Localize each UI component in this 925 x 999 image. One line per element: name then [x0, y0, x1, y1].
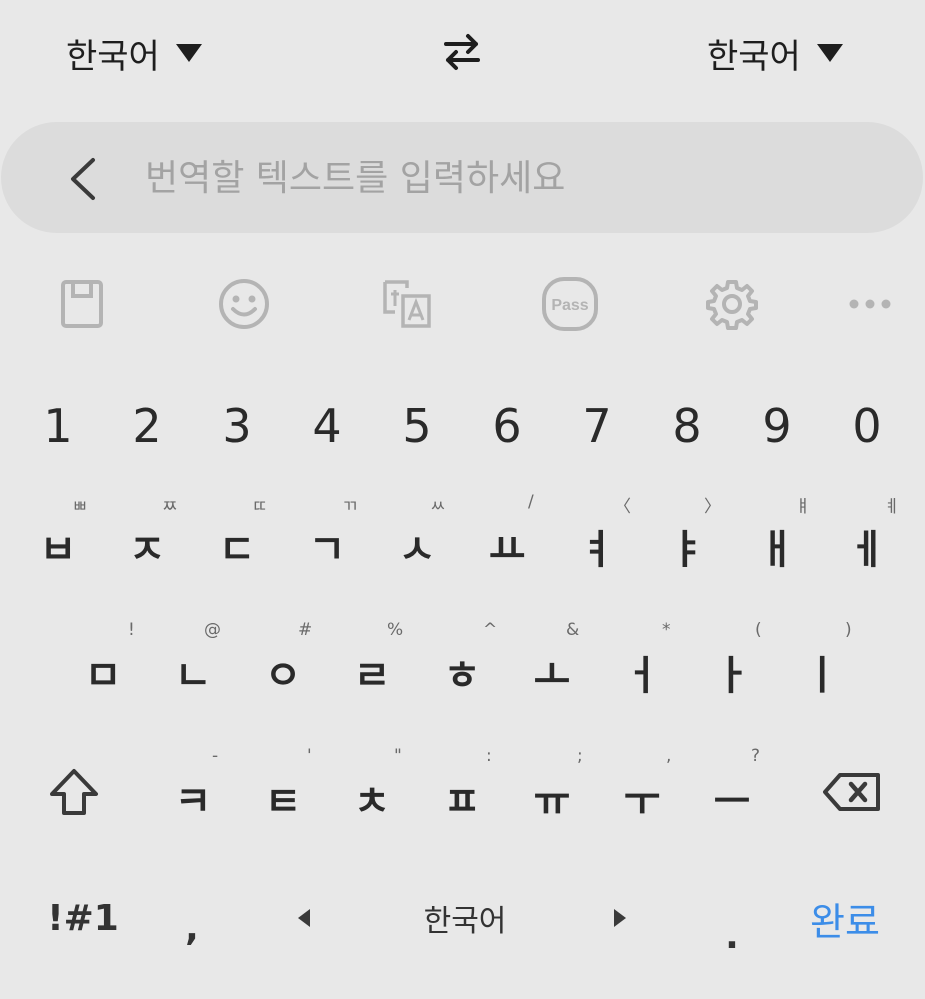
key-hint: 〈 [614, 497, 631, 517]
key-6[interactable]: 6 [479, 398, 535, 454]
key-jamo[interactable]: ㅂ [30, 518, 86, 574]
key-hint: ; [577, 746, 583, 766]
keyboard-toolbar: Pass [0, 268, 925, 340]
key-2[interactable]: 2 [119, 398, 175, 454]
key-jamo[interactable]: ㅐ [749, 518, 805, 574]
swap-languages-icon[interactable] [440, 30, 484, 74]
translate-text-input[interactable] [145, 152, 845, 204]
period-key[interactable]: . [716, 908, 748, 964]
key-3[interactable]: 3 [209, 398, 265, 454]
translate-input-bar [1, 122, 923, 233]
back-icon[interactable] [65, 156, 101, 202]
key-5[interactable]: 5 [389, 398, 445, 454]
key-hint: ㄸ [252, 497, 268, 517]
pass-icon[interactable]: Pass [538, 268, 602, 340]
key-hint: # [298, 620, 313, 640]
source-language-label: 한국어 [66, 36, 160, 77]
comma-key[interactable]: , [176, 900, 208, 956]
key-jamo[interactable]: ㄹ [344, 644, 400, 700]
clipboard-icon[interactable] [50, 268, 114, 340]
key-hint: : [486, 746, 492, 766]
key-jamo[interactable]: ㅛ [479, 518, 535, 574]
key-hint: ' [307, 746, 312, 766]
key-jamo[interactable]: ㅕ [569, 518, 625, 574]
language-bar: 한국어 한국어 [0, 0, 925, 110]
key-4[interactable]: 4 [299, 398, 355, 454]
key-hint: @ [204, 620, 221, 640]
backspace-icon [823, 773, 880, 811]
key-jamo[interactable]: ㄷ [209, 518, 265, 574]
backspace-key[interactable] [818, 762, 886, 822]
key-jamo[interactable]: ㄴ [165, 644, 221, 700]
key-jamo[interactable]: ㅋ [165, 770, 221, 826]
key-jamo[interactable]: ㅍ [434, 770, 490, 826]
source-language-selector[interactable]: 한국어 [66, 28, 202, 78]
key-jamo[interactable]: ㅎ [434, 644, 490, 700]
key-hint: ㅖ [884, 497, 900, 517]
space-language-label: 한국어 [423, 904, 507, 939]
key-hint: ㅉ [162, 497, 178, 517]
more-icon[interactable] [838, 268, 902, 340]
key-jamo[interactable]: ㅑ [659, 518, 715, 574]
key-jamo[interactable]: ㅌ [255, 770, 311, 826]
key-hint: " [394, 746, 402, 766]
symbols-key[interactable]: !#1 [47, 890, 119, 946]
key-hint: % [387, 620, 404, 640]
key-hint: ㄲ [342, 497, 358, 517]
key-hint: ㅒ [795, 497, 811, 517]
key-8[interactable]: 8 [659, 398, 715, 454]
space-key[interactable]: 한국어 [290, 890, 640, 946]
chevron-down-icon [816, 44, 843, 62]
key-hint: ㅆ [430, 497, 446, 517]
key-jamo[interactable]: ㅇ [255, 644, 311, 700]
key-jamo[interactable]: ㅠ [524, 770, 580, 826]
key-hint: ( [755, 620, 762, 640]
translate-icon[interactable] [375, 268, 439, 340]
chevron-right-icon [614, 909, 626, 927]
key-jamo[interactable]: ㅗ [524, 644, 580, 700]
key-hint: ) [845, 620, 852, 640]
key-hint: - [212, 746, 219, 766]
key-jamo[interactable]: ㅁ [75, 644, 131, 700]
key-jamo[interactable]: ㅔ [839, 518, 895, 574]
key-jamo[interactable]: ㅣ [794, 644, 850, 700]
shift-icon [50, 769, 98, 815]
key-hint: * [662, 620, 671, 640]
key-9[interactable]: 9 [749, 398, 805, 454]
chevron-left-icon [298, 909, 310, 927]
key-jamo[interactable]: ㅈ [119, 518, 175, 574]
key-hint: ! [128, 620, 135, 640]
key-0[interactable]: 0 [839, 398, 895, 454]
key-1[interactable]: 1 [30, 398, 86, 454]
key-jamo[interactable]: ㅜ [614, 770, 670, 826]
gear-icon[interactable] [700, 268, 764, 340]
done-button[interactable]: 완료 [802, 890, 888, 946]
emoji-icon[interactable] [212, 268, 276, 340]
key-hint: ^ [483, 620, 498, 640]
target-language-label: 한국어 [707, 36, 801, 77]
keyboard: 1 2 3 4 5 6 7 8 9 0 ㅃ ㅉ ㄸ ㄲ ㅆ / 〈 〉 ㅒ ㅖ … [0, 360, 925, 999]
key-hint: & [566, 620, 580, 640]
key-hint: , [666, 746, 672, 766]
key-hint: ? [751, 746, 761, 766]
key-jamo[interactable]: ㅊ [344, 770, 400, 826]
key-jamo[interactable]: ㅓ [614, 644, 670, 700]
target-language-selector[interactable]: 한국어 [707, 28, 843, 78]
pass-label: Pass [551, 297, 588, 314]
key-jamo[interactable]: ㄱ [299, 518, 355, 574]
shift-key[interactable] [42, 760, 106, 824]
key-jamo[interactable]: ㅏ [704, 644, 760, 700]
key-hint: / [528, 492, 534, 512]
chevron-down-icon [175, 44, 202, 62]
key-jamo[interactable]: ㅡ [704, 770, 760, 826]
key-hint: 〉 [704, 497, 721, 517]
key-jamo[interactable]: ㅅ [389, 518, 445, 574]
key-7[interactable]: 7 [569, 398, 625, 454]
key-hint: ㅃ [72, 497, 88, 517]
